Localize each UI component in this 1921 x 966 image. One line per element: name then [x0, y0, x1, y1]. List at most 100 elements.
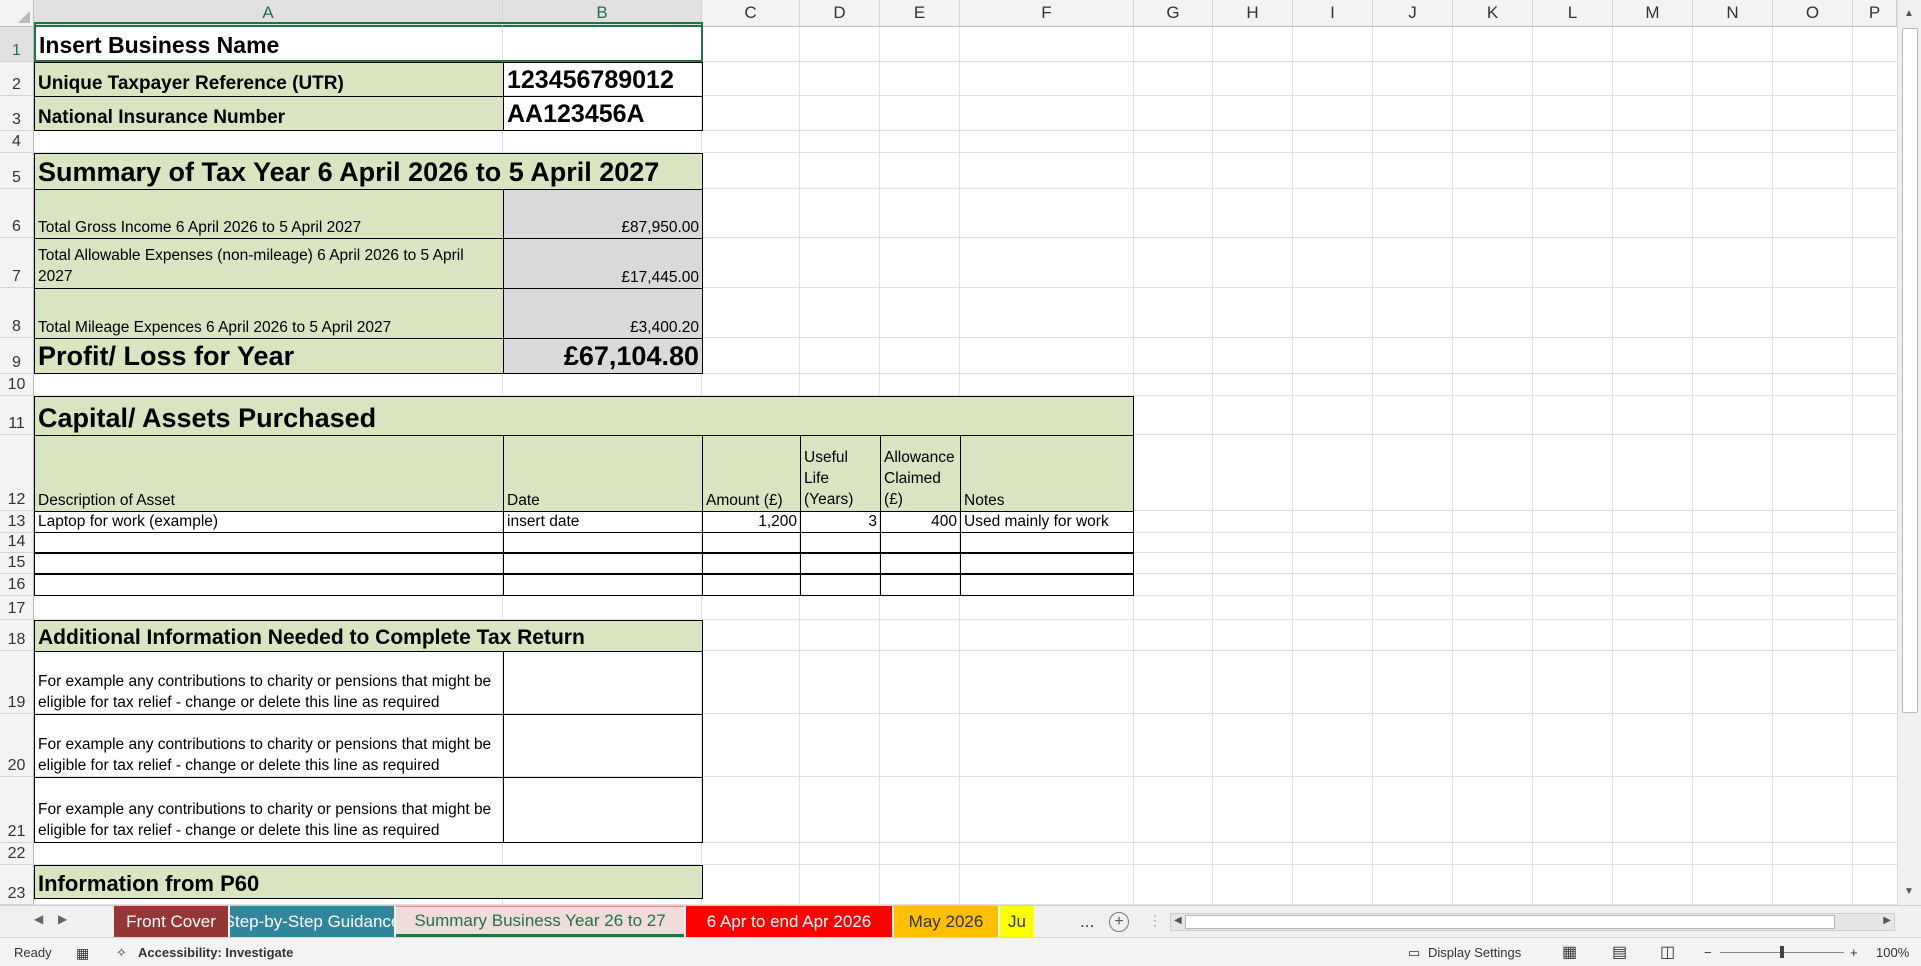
- table-cell[interactable]: [34, 532, 504, 554]
- row-header[interactable]: 2: [0, 62, 34, 96]
- row-header[interactable]: 13: [0, 511, 34, 533]
- add-sheet-icon[interactable]: +: [1109, 912, 1129, 932]
- row-header[interactable]: 16: [0, 574, 34, 596]
- table-cell[interactable]: [880, 532, 961, 554]
- table-cell[interactable]: [960, 532, 1134, 554]
- additional-info-value[interactable]: [503, 651, 703, 715]
- row-header[interactable]: 7: [0, 238, 34, 288]
- table-cell[interactable]: insert date: [503, 511, 703, 533]
- tab-scroll-left-icon[interactable]: ◀: [34, 912, 43, 926]
- table-cell[interactable]: [960, 573, 1134, 596]
- table-cell[interactable]: 400: [880, 511, 961, 533]
- table-cell[interactable]: [34, 552, 504, 575]
- row-header[interactable]: 23: [0, 865, 34, 905]
- row-header[interactable]: 3: [0, 96, 34, 131]
- spreadsheet-grid[interactable]: ABCDEFGHIJKLMNOP 1 2 3 4 5 6 7 8 9 10 11 12 13 14 15 16…: [0, 0, 1921, 905]
- row-header[interactable]: 1: [0, 27, 34, 62]
- column-header[interactable]: P: [1853, 0, 1897, 27]
- table-cell[interactable]: [702, 552, 801, 575]
- additional-info-line[interactable]: For example any contributions to charity…: [34, 777, 504, 843]
- column-header[interactable]: F: [960, 0, 1134, 27]
- column-header[interactable]: I: [1293, 0, 1373, 27]
- table-cell[interactable]: [800, 552, 881, 575]
- table-cell[interactable]: [880, 573, 961, 596]
- row-header[interactable]: 5: [0, 153, 34, 189]
- table-cell[interactable]: [702, 573, 801, 596]
- column-header[interactable]: M: [1613, 0, 1693, 27]
- table-cell[interactable]: [503, 532, 703, 554]
- column-header[interactable]: J: [1373, 0, 1453, 27]
- column-header[interactable]: D: [800, 0, 880, 27]
- select-all-corner[interactable]: [0, 0, 34, 27]
- additional-info-line[interactable]: For example any contributions to charity…: [34, 714, 504, 778]
- row-header[interactable]: 4: [0, 131, 34, 153]
- additional-info-value[interactable]: [503, 714, 703, 778]
- sheet-tab[interactable]: Summary Business Year 26 to 27: [396, 906, 684, 937]
- vertical-scrollbar[interactable]: ▲ ▼: [1897, 0, 1921, 905]
- utr-value[interactable]: 123456789012: [503, 62, 703, 97]
- table-cell[interactable]: Used mainly for work: [960, 511, 1134, 533]
- row-header[interactable]: 21: [0, 777, 34, 843]
- column-header[interactable]: L: [1533, 0, 1613, 27]
- table-cell[interactable]: [800, 532, 881, 554]
- table-cell[interactable]: [702, 532, 801, 554]
- zoom-in-icon[interactable]: +: [1850, 945, 1858, 960]
- row-header[interactable]: 14: [0, 533, 34, 553]
- normal-view-icon[interactable]: ▦: [1562, 942, 1577, 962]
- horizontal-scroll-thumb[interactable]: [1185, 915, 1835, 929]
- table-cell[interactable]: 1,200: [702, 511, 801, 533]
- page-layout-icon[interactable]: ▤: [1612, 942, 1627, 962]
- row-header[interactable]: 20: [0, 714, 34, 777]
- gross-income-value[interactable]: £87,950.00: [503, 189, 703, 239]
- row-header[interactable]: 15: [0, 553, 34, 574]
- additional-info-line[interactable]: For example any contributions to charity…: [34, 651, 504, 715]
- additional-info-value[interactable]: [503, 777, 703, 843]
- nin-value[interactable]: AA123456A: [503, 96, 703, 131]
- scroll-up-icon[interactable]: ▲: [1904, 8, 1914, 19]
- row-header[interactable]: 8: [0, 288, 34, 338]
- horizontal-scrollbar[interactable]: ◀ ▶: [1170, 913, 1895, 931]
- row-header[interactable]: 17: [0, 596, 34, 620]
- allowable-expenses-value[interactable]: £17,445.00: [503, 238, 703, 289]
- accessibility-icon[interactable]: ✧: [116, 945, 127, 961]
- row-header[interactable]: 22: [0, 843, 34, 865]
- row-header[interactable]: 19: [0, 651, 34, 714]
- tab-splitter-icon[interactable]: ⋮: [1148, 912, 1162, 929]
- mileage-expenses-value[interactable]: £3,400.20: [503, 288, 703, 339]
- scroll-down-icon[interactable]: ▼: [1904, 886, 1914, 897]
- row-header[interactable]: 12: [0, 435, 34, 511]
- table-cell[interactable]: [503, 573, 703, 596]
- profit-loss-value[interactable]: £67,104.80: [503, 338, 703, 374]
- column-header[interactable]: O: [1773, 0, 1853, 27]
- column-header[interactable]: N: [1693, 0, 1773, 27]
- sheet-tab[interactable]: Front Cover: [114, 906, 228, 937]
- row-header[interactable]: 9: [0, 338, 34, 374]
- zoom-level[interactable]: 100%: [1876, 945, 1909, 960]
- column-header[interactable]: H: [1213, 0, 1293, 27]
- zoom-slider-thumb[interactable]: [1780, 946, 1784, 958]
- column-header[interactable]: K: [1453, 0, 1533, 27]
- table-cell[interactable]: [800, 573, 881, 596]
- scroll-right-icon[interactable]: ▶: [1883, 915, 1891, 926]
- accessibility-status[interactable]: Accessibility: Investigate: [138, 945, 293, 960]
- scroll-left-icon[interactable]: ◀: [1174, 915, 1182, 926]
- table-cell[interactable]: [960, 552, 1134, 575]
- zoom-out-icon[interactable]: −: [1704, 945, 1712, 960]
- display-settings-icon[interactable]: ▭: [1408, 945, 1420, 961]
- table-cell[interactable]: [880, 552, 961, 575]
- row-header[interactable]: 11: [0, 396, 34, 435]
- row-header[interactable]: 18: [0, 620, 34, 651]
- column-header[interactable]: C: [702, 0, 800, 27]
- page-break-preview-icon[interactable]: ◫: [1660, 942, 1675, 962]
- sheet-tab[interactable]: 6 Apr to end Apr 2026: [686, 906, 892, 937]
- table-cell[interactable]: [34, 573, 504, 596]
- sheet-tab[interactable]: Step-by-Step Guidance: [230, 906, 394, 937]
- display-settings-button[interactable]: Display Settings: [1428, 945, 1521, 960]
- tab-scroll-right-icon[interactable]: ▶: [58, 912, 67, 926]
- column-header[interactable]: E: [880, 0, 960, 27]
- tab-overflow[interactable]: ...: [1080, 912, 1094, 932]
- row-header[interactable]: 10: [0, 374, 34, 396]
- column-header[interactable]: G: [1134, 0, 1213, 27]
- table-cell[interactable]: Laptop for work (example): [34, 511, 504, 533]
- scroll-thumb[interactable]: [1902, 28, 1918, 713]
